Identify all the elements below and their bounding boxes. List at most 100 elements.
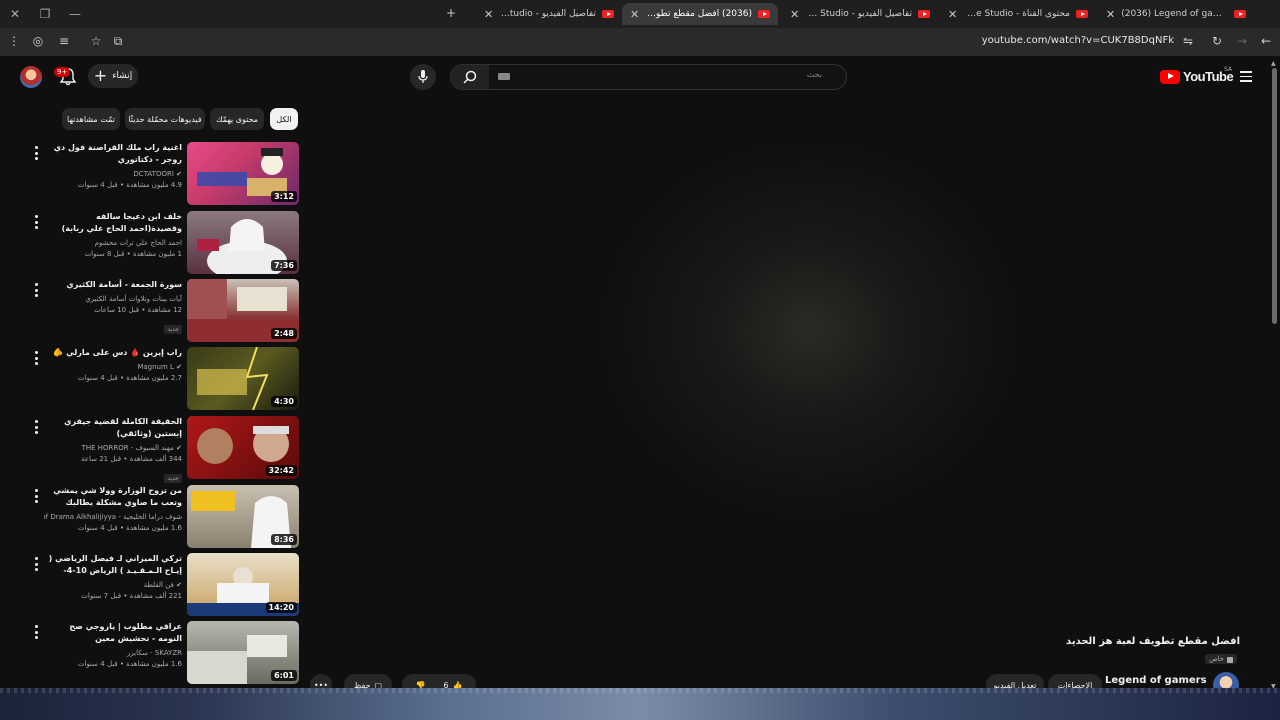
recommended-video[interactable]: اغنية راب ملك القراصنة فول دي روجر - دكت… <box>30 142 300 206</box>
video-meta: 1 مليون مشاهدة • قبل 8 سنوات <box>84 250 182 258</box>
url-field[interactable]: youtube.com/watch?v=CUK7B8DqNFk <box>982 35 1174 46</box>
video-duration: 3:12 <box>271 191 297 202</box>
video-meta: 4.9 مليون مشاهدة • قبل 4 سنوات <box>77 181 182 189</box>
video-thumbnail[interactable]: 8:36 <box>187 485 299 548</box>
forward-icon[interactable]: → <box>1234 34 1250 48</box>
video-title[interactable]: تركي الميزاني لـ فيصل الرياضي ( إيـاح ال… <box>44 553 182 577</box>
channel-name-main[interactable]: Legend of gamers <box>1105 675 1207 686</box>
close-tab-icon[interactable]: ✕ <box>1106 8 1115 21</box>
tab-title: تفاصيل الفيديو - YouTube Studio <box>805 9 912 19</box>
new-tab-button[interactable]: + <box>446 6 456 20</box>
channel-name[interactable]: ✔ فن القلطة <box>44 580 182 591</box>
voice-search-button[interactable] <box>410 64 436 90</box>
recommended-video[interactable]: سورة الجمعة - أسامة الكثيري آيات بينات و… <box>30 279 300 343</box>
restore-window-button[interactable]: ❐ <box>35 7 55 21</box>
recommended-video[interactable]: تركي الميزاني لـ فيصل الرياضي ( إيـاح ال… <box>30 553 300 617</box>
channel-name[interactable]: شوف دراما الخليجية - Shoof Drama Alkhali… <box>44 512 182 523</box>
recommended-video[interactable]: الحقيقة الكاملة لقضية جيفري إبستين (وثائ… <box>30 416 300 483</box>
browser-menu-icon[interactable]: ⋮ <box>6 34 22 48</box>
close-window-button[interactable]: ✕ <box>5 7 25 21</box>
browser-tab-active[interactable]: ✕ (2036) افضل مقطع تطويف لعبة <box>622 3 778 25</box>
video-player[interactable] <box>310 92 1270 632</box>
close-tab-icon[interactable]: ✕ <box>790 8 799 21</box>
more-options-icon[interactable] <box>32 489 40 503</box>
minimize-window-button[interactable]: — <box>65 7 85 21</box>
recommended-video[interactable]: خلف ابن دعيجا سالفه وقصيدة(احمد الحاج عل… <box>30 211 300 275</box>
channel-name[interactable]: ✔ مهند السيوف - THE HORROR <box>44 443 182 454</box>
account-avatar[interactable] <box>20 66 42 88</box>
scroll-up-icon[interactable]: ▲ <box>1271 60 1276 67</box>
more-options-icon[interactable] <box>32 283 40 297</box>
hamburger-menu-icon[interactable] <box>1240 71 1252 85</box>
video-duration: 2:48 <box>271 328 297 339</box>
create-button[interactable]: + إنشاء <box>88 64 138 88</box>
recommended-video[interactable]: عراقي مطلوب | يازوجي صح النومه - تحشيش م… <box>30 621 300 685</box>
country-code: SA <box>1224 66 1233 73</box>
video-info: عراقي مطلوب | يازوجي صح النومه - تحشيش م… <box>44 621 182 670</box>
tab-title: تفاصيل الفيديو - YouTube Studio <box>499 9 596 19</box>
browser-tab-bar: ✕ ❐ — + ✕ تفاصيل الفيديو - YouTube Studi… <box>0 0 1280 28</box>
bookmark-star-icon[interactable]: ☆ <box>88 34 104 48</box>
video-thumbnail[interactable]: 4:30 <box>187 347 299 410</box>
video-thumbnail[interactable]: 14:20 <box>187 553 299 616</box>
video-title[interactable]: خلف ابن دعيجا سالفه وقصيدة(احمد الحاج عل… <box>44 211 182 235</box>
video-thumbnail[interactable]: 32:42 <box>187 416 299 479</box>
chip-all[interactable]: الكل <box>270 108 298 130</box>
video-title[interactable]: سورة الجمعة - أسامة الكثيري <box>44 279 182 291</box>
new-badge: جديد <box>164 325 182 334</box>
video-title[interactable]: راب إيرين 🩸 دس على مارلي 🫵 <box>44 347 182 359</box>
close-tab-icon[interactable]: ✕ <box>630 8 639 21</box>
channel-name[interactable]: آيات بينات وتلاوات أسامة الكثيري <box>44 294 182 305</box>
install-app-icon[interactable]: ⧉ <box>110 34 126 49</box>
browser-tab[interactable]: ✕ تفاصيل الفيديو - YouTube Studio <box>476 3 622 25</box>
channel-name[interactable]: SKAYZR - سكايزر <box>44 648 182 659</box>
video-title-main: افضل مقطع تطويف لعبة هز الحديد <box>1066 636 1240 647</box>
reader-mode-icon[interactable]: ≡ <box>56 34 72 48</box>
channel-name[interactable]: ✔ DCTATOORI <box>44 169 182 180</box>
close-tab-icon[interactable]: ✕ <box>948 8 957 21</box>
more-options-icon[interactable] <box>32 146 40 160</box>
video-thumbnail[interactable]: 3:12 <box>187 142 299 205</box>
recommended-video[interactable]: من تروح الوزارة وولا شي يمشي وتعب ما صاو… <box>30 485 300 549</box>
youtube-logo[interactable]: YouTube SA <box>1160 66 1234 84</box>
chip-related[interactable]: محتوى يهمّك <box>210 108 264 130</box>
more-options-icon[interactable] <box>32 351 40 365</box>
more-options-icon[interactable] <box>32 557 40 571</box>
video-thumbnail[interactable]: 6:01 <box>187 621 299 684</box>
video-meta: 344 ألف مشاهدة • قبل 21 ساعة <box>81 455 182 463</box>
video-title[interactable]: عراقي مطلوب | يازوجي صح النومه - تحشيش م… <box>44 621 182 645</box>
chip-watched[interactable]: تمّت مشاهدتها <box>62 108 120 130</box>
video-title[interactable]: اغنية راب ملك القراصنة فول دي روجر - دكت… <box>44 142 182 166</box>
video-meta: 12 مشاهدة • قبل 10 ساعات <box>94 306 182 314</box>
video-title[interactable]: من تروح الوزارة وولا شي يمشي وتعب ما صاو… <box>44 485 182 509</box>
reload-icon[interactable]: ↻ <box>1209 34 1225 48</box>
video-title[interactable]: الحقيقة الكاملة لقضية جيفري إبستين (وثائ… <box>44 416 182 440</box>
search-button[interactable] <box>451 65 489 89</box>
chip-recently-uploaded[interactable]: فيديوهات محمّلة حديثًا <box>125 108 205 130</box>
video-info: تركي الميزاني لـ فيصل الرياضي ( إيـاح ال… <box>44 553 182 602</box>
back-icon[interactable]: ← <box>1258 34 1274 48</box>
channel-name[interactable]: ✔ Magnum L <box>44 362 182 373</box>
video-thumbnail[interactable]: 2:48 <box>187 279 299 342</box>
video-thumbnail[interactable]: 7:36 <box>187 211 299 274</box>
channel-name[interactable]: احمد الحاج علي ترات محشوم <box>44 238 182 249</box>
site-settings-icon[interactable]: ⇋ <box>1180 34 1196 48</box>
keyboard-icon[interactable] <box>498 73 510 80</box>
more-options-icon[interactable] <box>32 625 40 639</box>
new-badge: جديد <box>164 474 182 483</box>
profile-icon[interactable]: ◎ <box>30 34 46 48</box>
browser-tab[interactable]: ✕ محتوى القناة - YouTube Studio <box>940 3 1096 25</box>
more-options-icon[interactable] <box>32 420 40 434</box>
video-duration: 14:20 <box>265 602 297 613</box>
browser-tab[interactable]: ✕ (2036) Legend of gamers - You <box>1098 3 1254 25</box>
scrollbar-thumb[interactable] <box>1272 68 1277 324</box>
browser-tab[interactable]: ✕ تفاصيل الفيديو - YouTube Studio <box>782 3 938 25</box>
tab-title: (2036) افضل مقطع تطويف لعبة <box>645 9 752 19</box>
search-input[interactable]: بحث <box>807 70 822 79</box>
close-tab-icon[interactable]: ✕ <box>484 8 493 21</box>
page-scrollbar[interactable]: ▲ ▼ <box>1270 60 1280 690</box>
video-duration: 32:42 <box>265 465 297 476</box>
video-info: الحقيقة الكاملة لقضية جيفري إبستين (وثائ… <box>44 416 182 484</box>
more-options-icon[interactable] <box>32 215 40 229</box>
recommended-video[interactable]: راب إيرين 🩸 دس على مارلي 🫵 ✔ Magnum L 2.… <box>30 347 300 411</box>
